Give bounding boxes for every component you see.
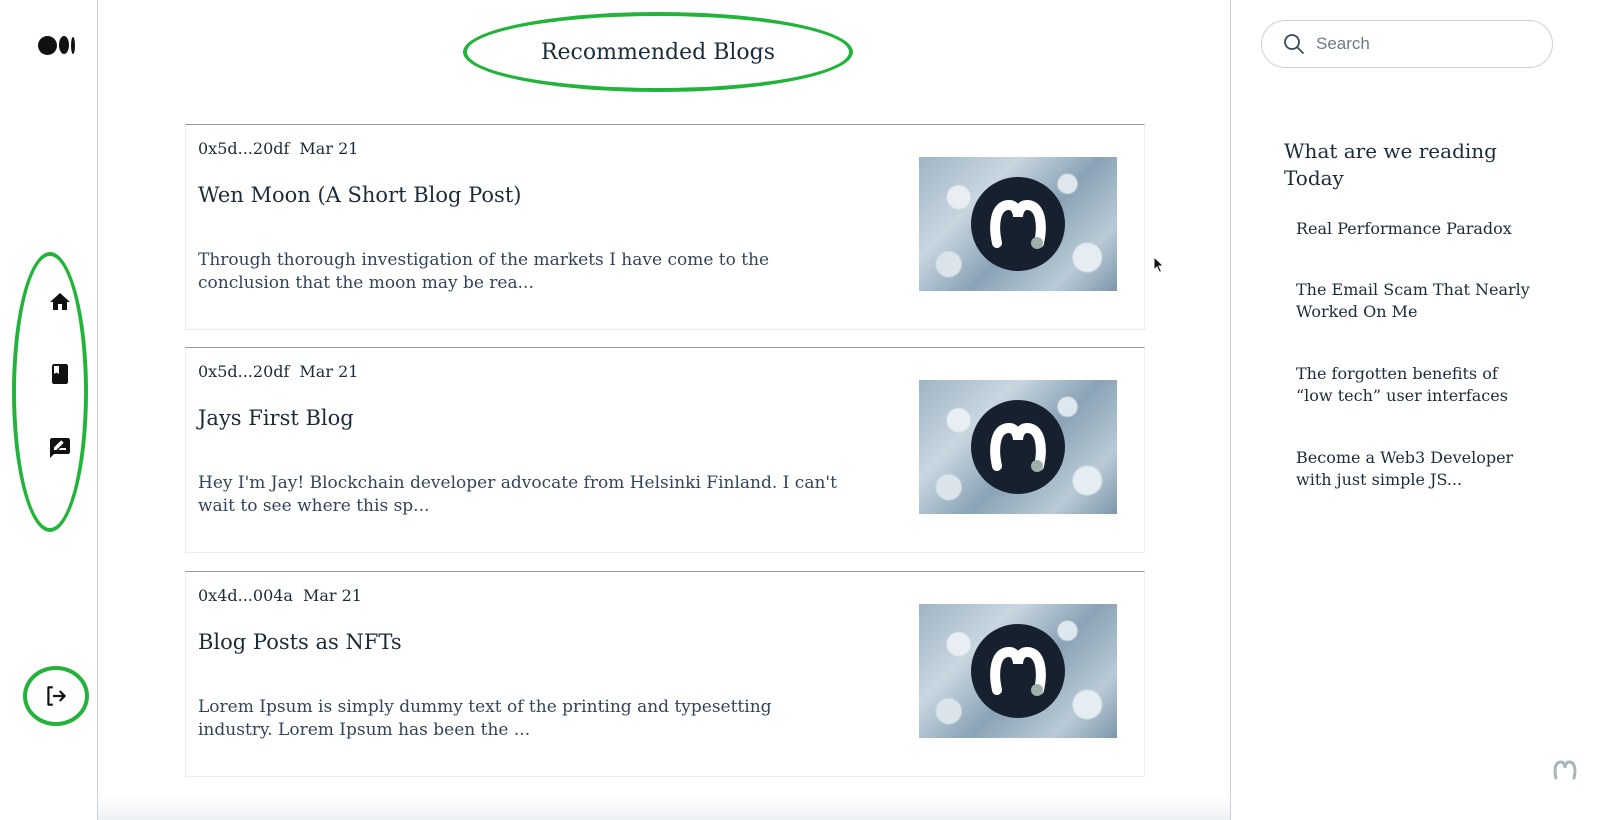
logout-button[interactable] (23, 666, 89, 726)
blog-card[interactable]: 0x5d...20df Mar 21 Jays First Blog Hey I'… (185, 347, 1145, 553)
post-excerpt: Through thorough investigation of the ma… (198, 250, 770, 293)
post-meta: 0x5d...20df Mar 21 (198, 362, 358, 381)
post-date: Mar 21 (299, 139, 359, 158)
mirror-logo-icon (971, 177, 1065, 271)
reading-list-item[interactable]: Real Performance Paradox (1296, 218, 1536, 240)
blog-card[interactable]: 0x4d...004a Mar 21 Blog Posts as NFTs Lor… (185, 571, 1145, 777)
post-thumbnail[interactable] (919, 157, 1117, 291)
rate-review-icon[interactable] (44, 432, 76, 464)
post-excerpt: Hey I'm Jay! Blockchain developer advoca… (198, 473, 837, 516)
reading-list-item[interactable]: The Email Scam That Nearly Worked On Me (1296, 279, 1536, 323)
post-author[interactable]: 0x5d...20df (198, 139, 289, 158)
home-icon[interactable] (44, 286, 76, 318)
mouse-cursor-icon (1153, 256, 1165, 274)
bottom-shadow (98, 795, 1230, 820)
post-excerpt: Lorem Ipsum is simply dummy text of the … (198, 697, 772, 740)
reading-heading: What are we reading Today (1284, 139, 1497, 190)
medium-logo-icon[interactable] (38, 33, 78, 57)
post-author[interactable]: 0x4d...004a (198, 586, 293, 605)
post-title[interactable]: Wen Moon (A Short Blog Post) (198, 183, 521, 207)
post-meta: 0x4d...004a Mar 21 (198, 586, 362, 605)
search-box[interactable] (1261, 20, 1553, 68)
search-input[interactable] (1316, 34, 1536, 54)
reading-list-item[interactable]: The forgotten benefits of “low tech” use… (1296, 363, 1536, 407)
post-date: Mar 21 (299, 362, 359, 381)
post-thumbnail[interactable] (919, 380, 1117, 514)
right-sidebar: What are we reading Today Real Performan… (1230, 0, 1600, 820)
main-feed: Recommended Blogs 0x5d...20df Mar 21 Wen … (98, 0, 1230, 820)
post-title[interactable]: Blog Posts as NFTs (198, 630, 402, 654)
search-icon (1284, 34, 1304, 54)
post-title[interactable]: Jays First Blog (198, 406, 354, 430)
post-thumbnail[interactable] (919, 604, 1117, 738)
book-icon[interactable] (44, 358, 76, 390)
page-title: Recommended Blogs (540, 39, 776, 65)
mirror-corner-logo-icon (1553, 760, 1577, 780)
reading-list-item[interactable]: Become a Web3 Developer with just simple… (1296, 447, 1536, 491)
left-rail (0, 0, 98, 820)
logout-icon (47, 686, 66, 706)
post-meta: 0x5d...20df Mar 21 (198, 139, 358, 158)
mirror-logo-icon (971, 400, 1065, 494)
post-date: Mar 21 (302, 586, 362, 605)
mirror-logo-icon (971, 624, 1065, 718)
blog-card[interactable]: 0x5d...20df Mar 21 Wen Moon (A Short Blog… (185, 124, 1145, 330)
title-highlight-ring: Recommended Blogs (463, 12, 853, 92)
post-author[interactable]: 0x5d...20df (198, 362, 289, 381)
